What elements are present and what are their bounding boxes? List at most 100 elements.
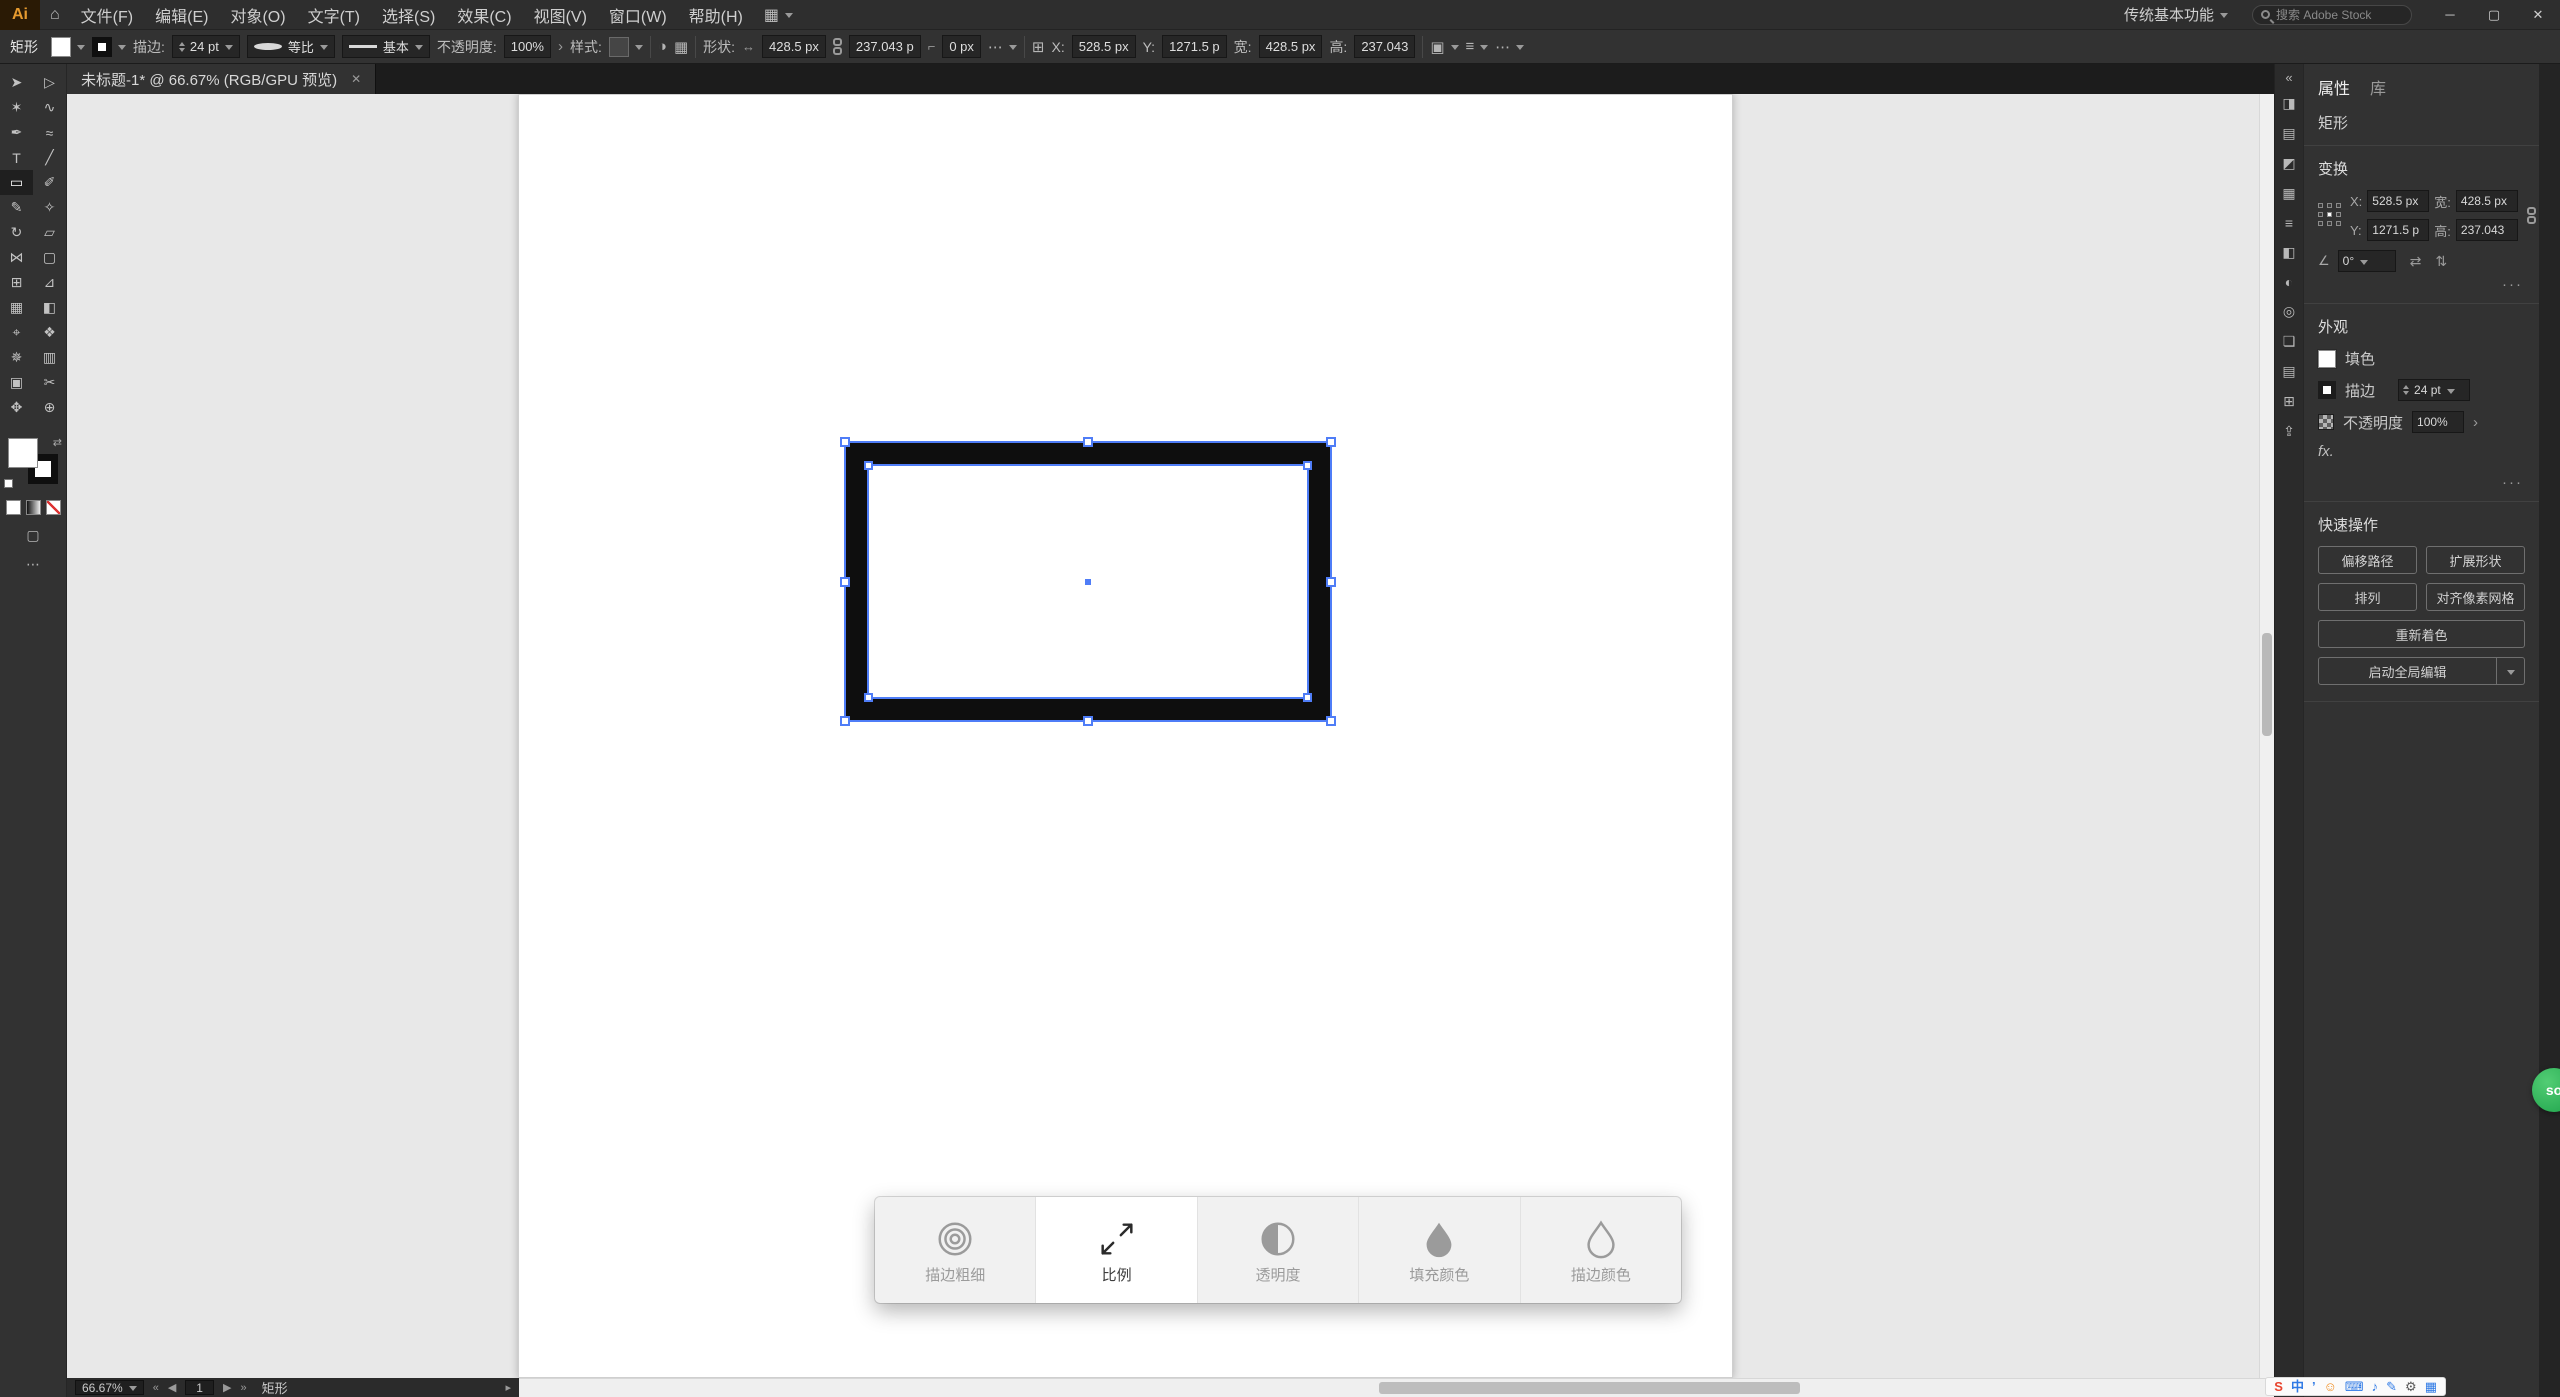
y-input[interactable]: 1271.5 p: [1162, 35, 1227, 58]
fill-swatch[interactable]: [2318, 349, 2336, 368]
selection-handle[interactable]: [1326, 576, 1336, 587]
document-setup-icon[interactable]: ▦: [674, 38, 688, 56]
menu-item[interactable]: 帮助(H): [678, 0, 754, 29]
tool-button[interactable]: T: [0, 145, 33, 170]
link-dimensions-icon[interactable]: [2526, 207, 2536, 224]
global-edit-button[interactable]: 启动全局编辑: [2318, 657, 2497, 685]
tool-button[interactable]: ▥: [33, 345, 66, 370]
touch-item-stroke-color[interactable]: 描边颜色: [1521, 1197, 1681, 1303]
menu-item[interactable]: 效果(C): [446, 0, 522, 29]
offset-path-button[interactable]: 偏移路径: [2318, 546, 2417, 574]
panel-icon[interactable]: ◐: [2285, 274, 2293, 290]
selection-handle[interactable]: [840, 576, 850, 587]
panel-icon[interactable]: ≡: [2285, 215, 2293, 231]
reference-point-icon[interactable]: ⊞: [1032, 38, 1045, 56]
flip-vertical-icon[interactable]: ⇅: [2435, 253, 2447, 270]
tool-button[interactable]: ╱: [33, 145, 66, 170]
x-input[interactable]: 528.5 px: [2367, 190, 2430, 212]
ime-icon[interactable]: 中: [2291, 1380, 2304, 1393]
tool-button[interactable]: ⊞: [0, 270, 33, 295]
panel-icon[interactable]: ⊞: [2283, 393, 2295, 410]
menu-item[interactable]: 选择(S): [371, 0, 446, 29]
global-edit-dropdown-icon[interactable]: [2497, 657, 2525, 685]
tool-button[interactable]: ▣: [0, 370, 33, 395]
document-tab[interactable]: 未标题-1* @ 66.67% (RGB/GPU 预览) ✕: [67, 64, 377, 94]
tool-button[interactable]: ⊕: [33, 395, 66, 420]
vertical-scrollbar-thumb[interactable]: [2262, 633, 2272, 736]
tool-button[interactable]: ↻: [0, 220, 33, 245]
opacity-options-icon[interactable]: ›: [558, 38, 563, 55]
vertical-scrollbar[interactable]: [2259, 94, 2274, 1378]
shape-options-icon[interactable]: ⋯: [988, 38, 1017, 56]
shape-height-input[interactable]: 237.043 p: [848, 35, 921, 58]
close-button[interactable]: ✕: [2516, 0, 2560, 29]
ime-icon[interactable]: ✎: [2386, 1380, 2397, 1393]
default-fill-stroke-icon[interactable]: [4, 479, 13, 488]
tool-button[interactable]: ∿: [33, 95, 66, 120]
tool-button[interactable]: ⋈: [0, 245, 33, 270]
selection-handle[interactable]: [840, 716, 850, 726]
panel-icon[interactable]: ❏: [2283, 333, 2296, 350]
height-input[interactable]: 237.043: [2455, 219, 2518, 241]
stroke-weight-input[interactable]: 24 pt: [171, 35, 240, 58]
arrange-button[interactable]: 排列: [2318, 583, 2417, 611]
tool-button[interactable]: ▷: [33, 70, 66, 95]
touch-item-scale[interactable]: 比例: [1036, 1197, 1198, 1303]
brush-select[interactable]: 基本: [341, 35, 430, 58]
tool-button[interactable]: ✵: [0, 345, 33, 370]
panel-icon[interactable]: ▤: [2282, 125, 2295, 142]
menu-item[interactable]: 窗口(W): [598, 0, 678, 29]
first-artboard-icon[interactable]: «: [153, 1382, 159, 1394]
align-options-icon[interactable]: ≡: [1466, 38, 1489, 55]
prev-artboard-icon[interactable]: ◀: [168, 1381, 176, 1394]
ime-icon[interactable]: ☺: [2324, 1380, 2337, 1393]
opacity-input[interactable]: 100%: [503, 35, 551, 58]
flip-horizontal-icon[interactable]: ⇄: [2410, 253, 2422, 270]
menu-item[interactable]: 对象(O): [219, 0, 296, 29]
stepper-arrows-icon[interactable]: [2403, 382, 2409, 398]
effects-button[interactable]: fx.: [2318, 443, 2525, 460]
tool-button[interactable]: ▭: [0, 170, 33, 195]
opacity-options-icon[interactable]: ›: [2473, 414, 2478, 431]
panel-icon[interactable]: ◧: [2282, 244, 2295, 261]
menu-item[interactable]: 编辑(E): [144, 0, 219, 29]
selection-handle[interactable]: [840, 437, 850, 447]
panel-icon[interactable]: ◩: [2282, 155, 2295, 172]
recolor-button[interactable]: 重新着色: [2318, 620, 2525, 648]
stroke-color-swatch[interactable]: [92, 36, 126, 57]
shape-width-input[interactable]: 428.5 px: [762, 35, 826, 58]
tool-button[interactable]: ▦: [0, 295, 33, 320]
width-input[interactable]: 428.5 px: [1258, 35, 1323, 58]
status-expand-icon[interactable]: ▸: [505, 1381, 511, 1394]
recolor-artwork-icon[interactable]: ◑: [658, 38, 667, 55]
tool-button[interactable]: ▱: [33, 220, 66, 245]
tab-libraries[interactable]: 库: [2370, 75, 2386, 99]
fill-color-swatch[interactable]: [51, 36, 85, 57]
ime-icon[interactable]: ♪: [2372, 1380, 2379, 1393]
expand-shape-button[interactable]: 扩展形状: [2426, 546, 2525, 574]
none-button[interactable]: [45, 500, 61, 515]
y-input[interactable]: 1271.5 p: [2367, 219, 2430, 241]
tool-button[interactable]: ✥: [0, 395, 33, 420]
search-input[interactable]: 搜索 Adobe Stock: [2252, 4, 2412, 25]
ime-icon[interactable]: ’: [2312, 1380, 2316, 1393]
tool-button[interactable]: ❖: [33, 320, 66, 345]
tool-button[interactable]: ✐: [33, 170, 66, 195]
touch-item-opacity[interactable]: 透明度: [1198, 1197, 1360, 1303]
height-input[interactable]: 237.043: [1354, 35, 1416, 58]
more-options-icon[interactable]: ···: [2318, 272, 2525, 295]
ime-icon[interactable]: ⚙: [2405, 1380, 2417, 1393]
artboard-number-input[interactable]: 1: [185, 1380, 214, 1395]
tool-button[interactable]: ▢: [33, 245, 66, 270]
draw-mode-icon[interactable]: ▢: [26, 527, 39, 544]
selection-handle[interactable]: [1326, 716, 1336, 726]
stepper-arrows-icon[interactable]: [179, 39, 185, 55]
corner-radius-input[interactable]: 0 px: [942, 35, 981, 58]
home-icon[interactable]: ⌂: [40, 0, 70, 29]
tool-button[interactable]: ✂: [33, 370, 66, 395]
tool-button[interactable]: ⊿: [33, 270, 66, 295]
ime-icon[interactable]: S: [2274, 1380, 2283, 1393]
center-point[interactable]: [1084, 577, 1092, 586]
x-input[interactable]: 528.5 px: [1071, 35, 1136, 58]
tool-button[interactable]: ✎: [0, 195, 33, 220]
